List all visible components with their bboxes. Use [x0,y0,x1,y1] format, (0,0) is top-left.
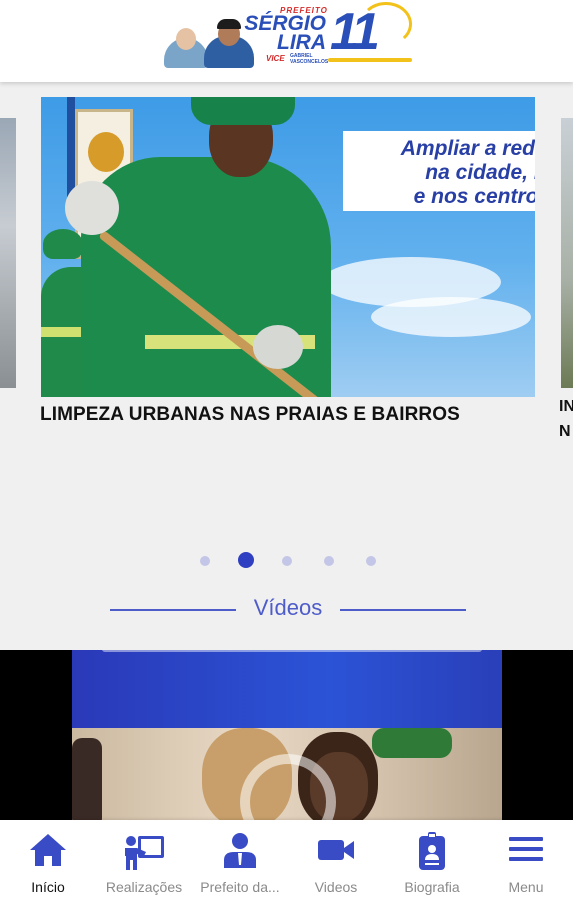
video-title-banner [72,650,502,728]
videos-section-title: Vídeos [253,595,323,620]
pagination-dot-active[interactable] [238,552,254,568]
section-divider-right [340,609,466,611]
news-carousel[interactable]: Ampliar a rede de na cidade, no li e nos… [0,82,573,650]
nav-item-biografia[interactable]: Biografia [384,820,480,900]
presentation-icon [125,836,164,870]
person-icon [224,833,256,868]
logo-vice-text: VICE [266,54,285,63]
logo-number: 11 [330,3,380,61]
section-divider-left [110,609,236,611]
pagination-dot[interactable] [200,556,210,566]
nav-label: Prefeito da... [200,879,280,895]
video-player[interactable] [0,650,573,820]
pagination-dot[interactable] [366,556,376,566]
nav-item-inicio[interactable]: Início [0,820,96,900]
next-slide-peek[interactable] [561,118,573,388]
next-slide-caption[interactable]: IN N [559,394,573,444]
nav-label: Videos [314,879,358,895]
slide-caption[interactable]: LIMPEZA URBANAS NAS PRAIAS E BAIRROS [40,404,540,426]
nav-item-videos[interactable]: Videos [288,820,384,900]
home-icon [30,834,66,866]
previous-slide-peek[interactable] [0,118,16,388]
pagination-dot[interactable] [324,556,334,566]
nav-label: Início [31,879,65,895]
nav-label: Realizações [105,879,183,895]
video-camera-icon [318,840,354,860]
logo-candidate-name: SÉRGIO LIRA [244,12,326,54]
campaign-logo[interactable]: PREFEITO SÉRGIO LIRA VICE GABRIEL VASCON… [162,2,416,70]
nav-label: Biografia [404,879,460,895]
slide-overlay-card: Ampliar a rede de na cidade, no li e nos… [343,131,535,211]
slide-image[interactable]: Ampliar a rede de na cidade, no li e nos… [41,97,535,397]
menu-icon [509,837,543,861]
video-thumbnail[interactable] [72,728,502,820]
id-badge-icon [419,832,445,870]
nav-item-menu[interactable]: Menu [478,820,573,900]
app-header: PREFEITO SÉRGIO LIRA VICE GABRIEL VASCON… [0,0,573,82]
pagination-dot[interactable] [282,556,292,566]
slide-overlay-text: Ampliar a rede de na cidade, no li e nos… [400,137,535,208]
nav-item-prefeito[interactable]: Prefeito da... [192,820,288,900]
carousel-pagination [198,552,378,570]
nav-label: Menu [508,879,544,895]
logo-underline [328,58,412,62]
bottom-navigation: Início Realizações Prefeito da... Videos [0,820,573,900]
nav-item-realizacoes[interactable]: Realizações [96,820,192,900]
